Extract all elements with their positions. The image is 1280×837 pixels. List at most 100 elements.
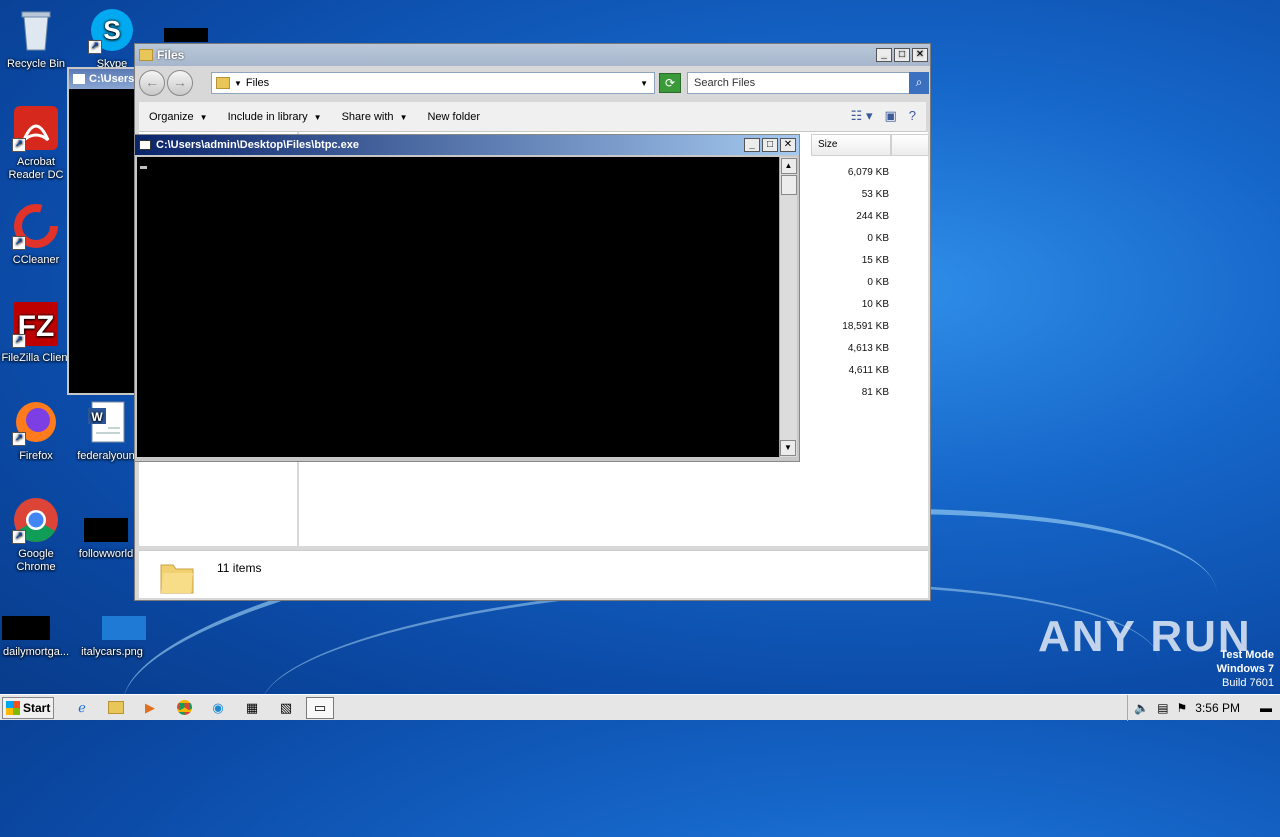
file-size: 4,611 KB	[848, 365, 889, 376]
window-title: C:\Users\admin\Desktop\Files\btpc.exe	[156, 139, 359, 151]
file-size: 81 KB	[861, 387, 889, 398]
view-options-icon[interactable]: ☷ ▾	[851, 108, 873, 124]
address-dropdown-icon[interactable]: ▼	[640, 79, 648, 88]
redacted-icon	[164, 28, 208, 42]
clock[interactable]: 3:56 PM	[1195, 701, 1240, 715]
title-bar[interactable]: C:\Users\admin\Desktop\Files\btpc.exe _ …	[135, 135, 799, 155]
desktop-icon-label: Acrobat Reader DC	[8, 156, 64, 181]
console-taskbar-icon[interactable]: ▭	[306, 696, 334, 719]
taskbar: Start ℯ ▶ ◉ ▦ ▧ ▭ 🔈 ▤ ⚑ 3:56 PM ▬	[0, 694, 1280, 721]
back-button[interactable]: ←	[139, 70, 165, 96]
desktop-icon-label: followworld	[78, 548, 134, 560]
command-bar: Organize ▼ Include in library ▼ Share with…	[139, 102, 926, 132]
desktop-icon-acrobat[interactable]: ↗ Acrobat Reader DC	[0, 104, 72, 182]
window-title: Files	[157, 48, 185, 62]
system-tray: 🔈 ▤ ⚑ 3:56 PM ▬	[1127, 695, 1280, 721]
show-desktop-icon[interactable]: ▬	[1260, 701, 1272, 715]
maximize-button[interactable]: □	[894, 48, 910, 62]
desktop-icon-label: italycars.png	[81, 646, 143, 658]
explorer-taskbar-icon[interactable]	[102, 697, 130, 719]
shortcut-arrow-icon: ↗	[12, 334, 26, 348]
shortcut-arrow-icon: ↗	[12, 138, 26, 152]
firefox-icon: ↗	[12, 398, 60, 446]
preview-pane-icon[interactable]: ▣	[884, 108, 896, 124]
close-button[interactable]: ✕	[912, 48, 928, 62]
chrome-taskbar-icon[interactable]	[170, 697, 198, 719]
word-document-icon: W	[82, 398, 130, 446]
console-output[interactable]	[137, 157, 779, 457]
filezilla-icon: FZ ↗	[12, 300, 60, 348]
edge-icon[interactable]: ◉	[204, 697, 232, 719]
shortcut-arrow-icon: ↗	[12, 530, 26, 544]
desktop-icon-label: federalyoun	[77, 450, 135, 462]
ccleaner-icon: ↗	[12, 202, 60, 250]
desktop-icon-dailymortgage[interactable]: dailymortga...	[0, 594, 72, 659]
search-input[interactable]: Search Files	[687, 72, 927, 94]
desktop-icon-federalyoun[interactable]: W federalyoun	[70, 398, 142, 463]
internet-explorer-icon[interactable]: ℯ	[68, 697, 96, 719]
program-icon[interactable]: ▦	[238, 697, 266, 719]
desktop-icon-italycars[interactable]: italycars.png	[76, 594, 148, 659]
title-bar[interactable]: C:\Users	[69, 69, 137, 89]
desktop-icon-label: FileZilla Client	[1, 352, 71, 364]
minimize-button[interactable]: _	[876, 48, 892, 62]
action-center-flag-icon[interactable]: ⚑	[1177, 701, 1188, 715]
desktop-icon-filezilla[interactable]: FZ ↗ FileZilla Client	[0, 300, 72, 365]
desktop-icon-label: Google Chrome	[16, 548, 56, 573]
folder-icon	[160, 564, 194, 594]
file-size: 0 KB	[867, 277, 889, 288]
desktop-icon-firefox[interactable]: ↗ Firefox	[0, 398, 72, 463]
scroll-up-button[interactable]: ▲	[780, 158, 797, 174]
desktop-icon-chrome[interactable]: ↗ Google Chrome	[0, 496, 72, 574]
redacted-file-icon	[82, 496, 130, 544]
forward-button[interactable]: →	[167, 70, 193, 96]
folder-icon	[139, 49, 153, 61]
desktop-icon-label: dailymortga...	[2, 646, 70, 658]
shortcut-arrow-icon: ↗	[88, 40, 102, 54]
include-in-library-button[interactable]: Include in library ▼	[228, 111, 322, 123]
address-text: Files	[245, 77, 270, 89]
file-size: 4,613 KB	[847, 343, 889, 354]
file-size: 53 KB	[861, 189, 889, 200]
scroll-down-button[interactable]: ▼	[780, 440, 796, 456]
new-folder-button[interactable]: New folder	[427, 111, 480, 123]
console-window-background[interactable]: C:\Users	[67, 67, 139, 395]
svg-text:S: S	[103, 15, 120, 45]
maximize-button[interactable]: □	[762, 138, 778, 152]
desktop-icon-recycle-bin[interactable]: Recycle Bin	[0, 6, 72, 71]
folder-icon	[216, 77, 230, 89]
program-icon[interactable]: ▧	[272, 697, 300, 719]
file-size: 0 KB	[867, 233, 889, 244]
details-pane: 11 items	[139, 550, 928, 598]
search-icon[interactable]: ⌕	[909, 72, 929, 94]
network-icon[interactable]: ▤	[1157, 701, 1168, 715]
media-player-icon[interactable]: ▶	[136, 697, 164, 719]
address-bar[interactable]: ▼ Files ▼	[211, 72, 655, 94]
desktop-icon-label: CCleaner	[12, 254, 60, 266]
column-header-extra[interactable]	[891, 134, 929, 156]
share-with-button[interactable]: Share with ▼	[342, 111, 408, 123]
desktop-icon-label: Recycle Bin	[6, 58, 66, 70]
minimize-button[interactable]: _	[744, 138, 760, 152]
help-icon[interactable]: ?	[909, 108, 916, 124]
shortcut-arrow-icon: ↗	[12, 432, 26, 446]
console-window[interactable]: C:\Users\admin\Desktop\Files\btpc.exe _ …	[134, 134, 800, 462]
file-size: 10 KB	[861, 299, 889, 310]
file-size: 15 KB	[861, 255, 889, 266]
desktop-icon-followworld[interactable]: followworld	[70, 496, 142, 561]
refresh-button[interactable]: ⟳	[659, 73, 681, 93]
volume-icon[interactable]: 🔈	[1134, 701, 1149, 715]
redacted-file-icon	[2, 594, 60, 642]
close-button[interactable]: ✕	[780, 138, 796, 152]
organize-button[interactable]: Organize ▼	[149, 111, 208, 123]
recycle-bin-icon	[12, 6, 60, 54]
desktop-icon-ccleaner[interactable]: ↗ CCleaner	[0, 202, 72, 267]
vertical-scrollbar[interactable]: ▲ ▼	[779, 157, 797, 457]
start-button[interactable]: Start	[2, 696, 54, 719]
scroll-thumb[interactable]	[780, 175, 797, 195]
chrome-icon: ↗	[12, 496, 60, 544]
title-bar[interactable]: Files _ □ ✕	[135, 44, 930, 66]
shortcut-arrow-icon: ↗	[12, 236, 26, 250]
test-mode-label: Test Mode Windows 7 Build 7601	[1216, 649, 1274, 689]
column-header-size[interactable]: Size	[811, 134, 891, 156]
